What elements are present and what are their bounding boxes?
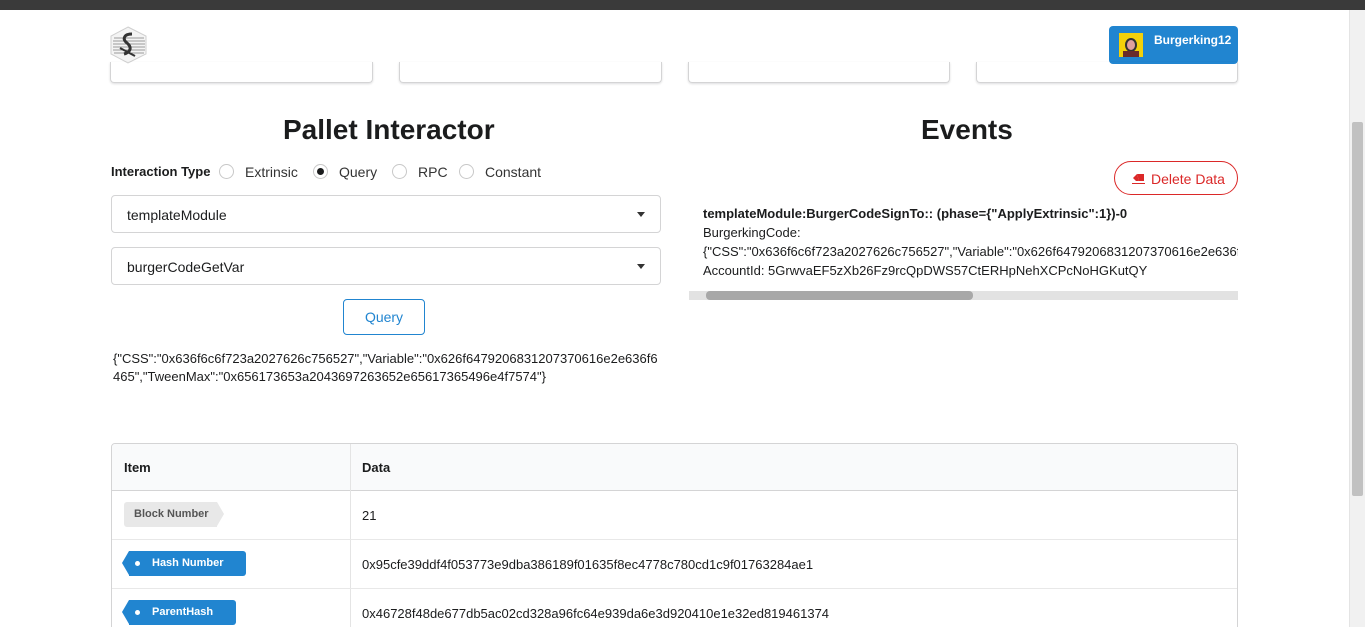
account-name: Burgerking12 [1154,33,1232,47]
radio-label-rpc[interactable]: RPC [418,164,448,180]
browser-top-bar [0,0,1365,10]
column-header-data: Data [362,460,391,475]
events-scrollbar-thumb[interactable] [706,291,973,300]
radio-label-extrinsic[interactable]: Extrinsic [245,164,298,180]
column-header-item: Item [124,460,151,475]
table-header: Item Data [112,444,1237,491]
hash-number-value: 0x95cfe39ddf4f053773e9dba386189f01635f8e… [362,557,814,572]
page-scrollbar[interactable] [1349,10,1365,627]
callable-select-value: burgerCodeGetVar [127,259,245,275]
chevron-down-icon [637,264,645,269]
substrate-logo-icon[interactable] [110,26,147,64]
event-item: templateModule:BurgerCodeSignTo:: (phase… [703,204,1238,280]
eraser-icon [1132,174,1145,184]
info-card [976,62,1238,83]
radio-label-constant[interactable]: Constant [485,164,541,180]
parent-hash-label: ParentHash [152,606,214,618]
chevron-down-icon [637,212,645,217]
info-card [110,62,373,83]
block-info-table: Item Data Block Number 21 Hash Number 0x… [111,443,1238,627]
row-divider [112,588,1237,589]
radio-extrinsic[interactable] [219,164,234,179]
parent-hash-tag: ParentHash [122,600,236,625]
events-title: Events [921,114,1013,145]
block-number-value: 21 [362,508,377,523]
query-result: {"CSS":"0x636f6c6f723a2027626c756527","V… [113,351,658,384]
radio-rpc[interactable] [392,164,407,179]
block-number-tag: Block Number [124,502,224,527]
avatar-icon [1119,33,1143,57]
event-title: templateModule:BurgerCodeSignTo:: (phase… [703,206,1128,221]
radio-constant[interactable] [459,164,474,179]
event-detail-line: AccountId: 5GrwvaEF5zXb26Fz9rcQpDWS57CtE… [703,263,1148,278]
radio-label-query[interactable]: Query [339,164,377,180]
account-button[interactable]: Burgerking12 [1109,26,1238,64]
pallet-interactor-title: Pallet Interactor [283,114,495,145]
info-card [399,62,662,83]
callable-select[interactable]: burgerCodeGetVar [111,247,661,285]
radio-query[interactable] [313,164,328,179]
page-scrollbar-thumb[interactable] [1352,122,1363,496]
query-button[interactable]: Query [343,299,425,335]
delete-data-button[interactable]: Delete Data [1114,161,1238,195]
events-feed[interactable]: templateModule:BurgerCodeSignTo:: (phase… [689,204,1238,300]
parent-hash-value: 0x46728f48de677db5ac02cd328a96fc64e939da… [362,606,830,621]
pallet-select-value: templateModule [127,207,227,223]
info-card [688,62,950,83]
tag-dot-icon [135,610,140,615]
hash-number-tag: Hash Number [122,551,246,576]
column-divider [350,444,351,627]
delete-data-label: Delete Data [1151,171,1225,187]
pallet-select[interactable]: templateModule [111,195,661,233]
row-divider [112,539,1237,540]
interaction-type-label: Interaction Type [111,164,211,179]
events-horizontal-scrollbar[interactable] [689,291,1238,300]
hash-number-label: Hash Number [152,557,224,569]
event-detail-line: BurgerkingCode: [703,225,801,240]
event-detail-line: {"CSS":"0x636f6c6f723a2027626c756527","V… [703,244,1238,259]
tag-dot-icon [135,561,140,566]
